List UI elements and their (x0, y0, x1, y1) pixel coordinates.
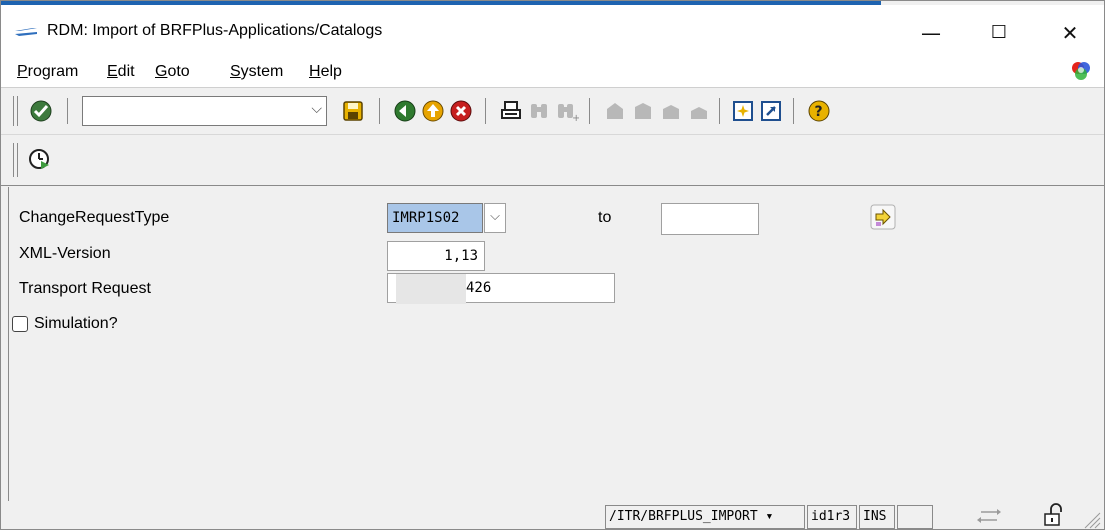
change-request-type-input[interactable]: IMRP1S02 (387, 203, 483, 233)
change-request-type-label: ChangeRequestType (19, 209, 170, 226)
close-button[interactable]: ✕ (1047, 15, 1093, 51)
enter-check-icon[interactable] (29, 99, 53, 123)
toolbar-grip (13, 96, 18, 126)
insert-mode: INS (863, 509, 887, 524)
insert-mode-box[interactable]: INS (859, 505, 895, 529)
toolbar-separator (485, 98, 486, 124)
execute-icon[interactable] (27, 147, 51, 171)
shortcut-icon[interactable] (759, 99, 783, 123)
status-bar (1, 501, 1104, 529)
menu-program[interactable]: Program (17, 63, 78, 81)
resize-grip-icon[interactable] (1081, 509, 1101, 529)
transaction-code: /ITR/BRFPLUS_IMPORT (609, 509, 758, 524)
transport-request-input[interactable]: 426 (387, 273, 615, 304)
change-request-type-to-input[interactable] (661, 203, 759, 235)
menu-help[interactable]: Help (309, 63, 342, 81)
first-page-icon (607, 103, 623, 119)
toolbar-separator (589, 98, 590, 124)
simulation-checkbox[interactable] (12, 316, 28, 332)
exit-icon[interactable] (421, 99, 445, 123)
system-name-box: id1r3 (807, 505, 857, 529)
command-history-dropdown-icon[interactable]: ⌵ (311, 101, 322, 117)
next-page-icon (663, 105, 679, 119)
menu-system[interactable]: System (230, 63, 283, 81)
xml-version-label: XML-Version (19, 245, 111, 262)
sap-window: RDM: Import of BRFPlus-Applications/Cata… (0, 0, 1105, 530)
find-icon (531, 104, 547, 118)
change-request-type-dropdown[interactable]: ⌵ (484, 203, 506, 233)
maximize-button[interactable]: ☐ (976, 15, 1022, 51)
xml-version-value: 1,13 (444, 248, 478, 264)
sap-logo-icon (15, 28, 37, 36)
title-bar: RDM: Import of BRFPlus-Applications/Cata… (1, 5, 1104, 57)
lock-icon[interactable] (1041, 503, 1065, 527)
toolbar-separator (719, 98, 720, 124)
find-next-icon: + (558, 104, 579, 123)
transaction-dropdown-icon[interactable]: ▾ (766, 509, 774, 524)
svg-text:+: + (572, 113, 579, 123)
menu-bar: Program Edit Goto System Help (1, 57, 1104, 88)
selection-screen (8, 187, 1097, 501)
to-label: to (598, 209, 612, 226)
transport-request-value: 426 (466, 280, 492, 296)
print-icon[interactable] (499, 99, 523, 123)
menu-edit[interactable]: Edit (107, 63, 135, 81)
toolbar-separator (379, 98, 380, 124)
save-icon[interactable] (341, 99, 365, 123)
minimize-button[interactable]: — (908, 15, 954, 51)
svg-text:?: ? (815, 104, 823, 120)
back-icon[interactable] (393, 99, 417, 123)
help-icon[interactable]: ? (807, 99, 831, 123)
change-request-type-value: IMRP1S02 (392, 210, 460, 226)
multiple-selection-arrow-icon[interactable] (870, 204, 896, 230)
toolbar-separator (793, 98, 794, 124)
toolbar-separator (67, 98, 68, 124)
command-field[interactable]: ⌵ (82, 96, 327, 126)
redacted-area (396, 274, 466, 304)
xml-version-input[interactable]: 1,13 (387, 241, 485, 271)
previous-page-icon (635, 103, 651, 119)
connection-icon (977, 509, 1001, 523)
app-toolbar-grip (13, 143, 18, 177)
application-toolbar (1, 135, 1104, 186)
system-name: id1r3 (811, 509, 851, 524)
sap-gui-options-icon[interactable] (1070, 60, 1092, 82)
status-empty-box (897, 505, 933, 529)
create-session-icon[interactable] (731, 99, 755, 123)
transaction-code-box[interactable]: /ITR/BRFPLUS_IMPORT ▾ (605, 505, 805, 529)
transport-request-label: Transport Request (19, 280, 151, 297)
menu-goto[interactable]: Goto (155, 63, 190, 81)
simulation-label: Simulation? (34, 315, 118, 332)
cancel-icon[interactable] (449, 99, 473, 123)
last-page-icon (691, 107, 707, 119)
window-title: RDM: Import of BRFPlus-Applications/Cata… (47, 22, 383, 39)
